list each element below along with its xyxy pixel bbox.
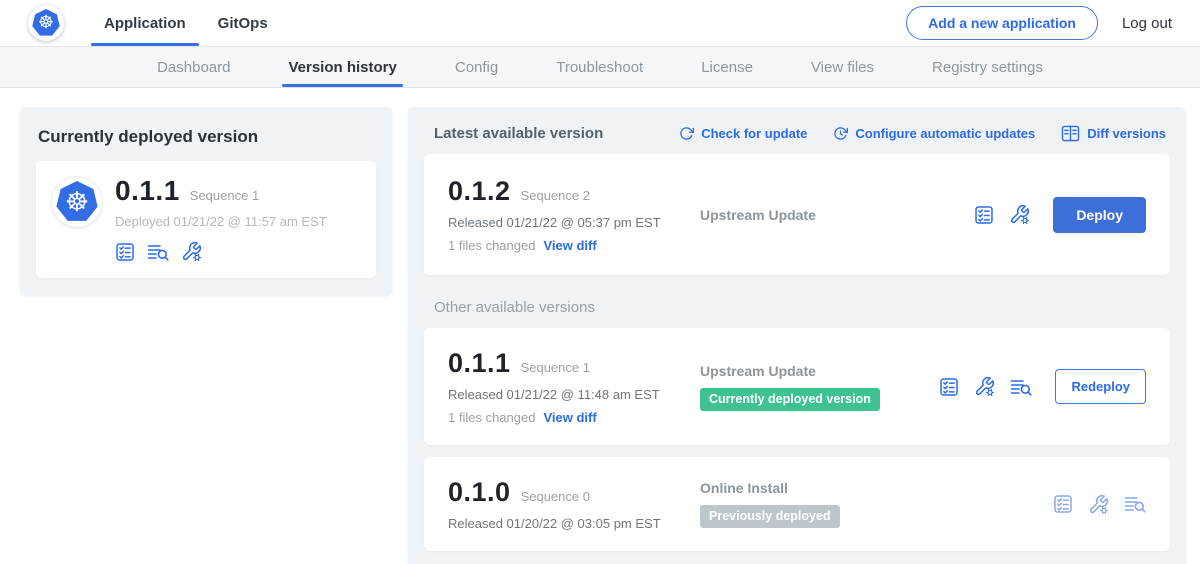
version-source-label: Upstream Update	[700, 363, 939, 379]
deploy-button[interactable]: Deploy	[1053, 197, 1146, 233]
version-card-0-1-0: 0.1.0 Sequence 0 Released 01/20/22 @ 03:…	[424, 457, 1170, 551]
updates-actions: Check for update Configure automatic upd…	[679, 125, 1166, 142]
app-header: ☸ Application GitOps Add a new applicati…	[0, 0, 1200, 46]
version-actions: Redeploy	[939, 369, 1146, 404]
deployed-version-info: 0.1.1 Sequence 1 Deployed 01/21/22 @ 11:…	[115, 175, 327, 262]
app-subnav: Dashboard Version history Config Trouble…	[0, 46, 1200, 88]
released-timestamp: Released 01/21/22 @ 11:48 am EST	[448, 387, 700, 402]
released-timestamp: Released 01/21/22 @ 05:37 pm EST	[448, 215, 700, 230]
app-logo: ☸	[52, 177, 102, 227]
logout-link[interactable]: Log out	[1122, 15, 1172, 32]
kubernetes-logo-icon: ☸	[32, 9, 60, 37]
config-icon[interactable]	[974, 376, 995, 397]
kubernetes-logo: ☸	[28, 5, 64, 41]
config-icon[interactable]	[1009, 204, 1030, 225]
logs-icon[interactable]	[1010, 377, 1032, 397]
header-right: Add a new application Log out	[906, 6, 1172, 40]
sequence-label: Sequence 2	[521, 188, 590, 203]
version-number: 0.1.1	[448, 348, 511, 379]
version-status: Upstream Update	[700, 207, 974, 223]
version-info: 0.1.2 Sequence 2 Released 01/21/22 @ 05:…	[448, 176, 700, 253]
version-actions: Deploy	[974, 197, 1146, 233]
version-status: Online Install Previously deployed	[700, 480, 1053, 528]
redeploy-button[interactable]: Redeploy	[1055, 369, 1146, 404]
tab-dashboard[interactable]: Dashboard	[157, 47, 230, 87]
diff-versions-link[interactable]: Diff versions	[1061, 125, 1166, 142]
check-for-update-link[interactable]: Check for update	[679, 126, 807, 141]
nav-tab-application-label: Application	[104, 15, 186, 32]
tab-registry-settings[interactable]: Registry settings	[932, 47, 1043, 87]
nav-tab-gitops-label: GitOps	[218, 15, 268, 32]
kubernetes-app-icon: ☸	[56, 181, 98, 223]
release-notes-icon[interactable]	[939, 377, 959, 397]
currently-deployed-title: Currently deployed version	[38, 127, 376, 147]
main-content: Currently deployed version ☸ 0.1.1 Seque…	[0, 88, 1200, 564]
tab-view-files[interactable]: View files	[811, 47, 874, 87]
release-notes-icon[interactable]	[115, 242, 135, 262]
configure-automatic-updates-link[interactable]: Configure automatic updates	[833, 126, 1035, 141]
logs-icon[interactable]	[1124, 494, 1146, 514]
view-diff-link[interactable]: View diff	[543, 410, 596, 425]
logs-icon[interactable]	[147, 242, 169, 262]
refresh-icon	[679, 126, 694, 141]
version-card-0-1-1: 0.1.1 Sequence 1 Released 01/21/22 @ 11:…	[424, 328, 1170, 445]
version-history-panel: Latest available version Check for updat…	[408, 107, 1186, 564]
sequence-label: Sequence 1	[521, 360, 590, 375]
version-status: Upstream Update Currently deployed versi…	[700, 363, 939, 411]
version-number: 0.1.2	[448, 176, 511, 207]
released-timestamp: Released 01/20/22 @ 03:05 pm EST	[448, 516, 700, 531]
version-source-label: Online Install	[700, 480, 1053, 496]
view-diff-link[interactable]: View diff	[543, 238, 596, 253]
version-info: 0.1.0 Sequence 0 Released 01/20/22 @ 03:…	[448, 477, 700, 531]
check-for-update-label: Check for update	[701, 126, 807, 141]
deployed-sequence-label: Sequence 1	[190, 188, 259, 203]
other-available-versions-title: Other available versions	[434, 299, 1170, 316]
currently-deployed-card: ☸ 0.1.1 Sequence 1 Deployed 01/21/22 @ 1…	[36, 161, 376, 278]
nav-tab-application[interactable]: Application	[88, 0, 202, 46]
version-info: 0.1.1 Sequence 1 Released 01/21/22 @ 11:…	[448, 348, 700, 425]
config-icon[interactable]	[181, 241, 202, 262]
release-notes-icon[interactable]	[974, 205, 994, 225]
previously-deployed-badge: Previously deployed	[700, 505, 840, 528]
configure-automatic-updates-label: Configure automatic updates	[855, 126, 1035, 141]
tab-troubleshoot[interactable]: Troubleshoot	[556, 47, 643, 87]
tab-version-history[interactable]: Version history	[288, 47, 396, 87]
version-number: 0.1.0	[448, 477, 511, 508]
header-nav: Application GitOps	[88, 0, 284, 46]
nav-tab-gitops[interactable]: GitOps	[202, 0, 284, 46]
version-card-0-1-2: 0.1.2 Sequence 2 Released 01/21/22 @ 05:…	[424, 154, 1170, 275]
files-changed-label: 1 files changed	[448, 410, 535, 425]
tab-license[interactable]: License	[701, 47, 753, 87]
release-notes-icon[interactable]	[1053, 494, 1073, 514]
sequence-label: Sequence 0	[521, 489, 590, 504]
currently-deployed-panel: Currently deployed version ☸ 0.1.1 Seque…	[20, 107, 392, 296]
add-application-button[interactable]: Add a new application	[906, 6, 1098, 40]
updates-header: Latest available version Check for updat…	[424, 121, 1170, 154]
version-source-label: Upstream Update	[700, 207, 974, 223]
version-actions	[1053, 494, 1146, 515]
latest-available-title: Latest available version	[434, 125, 603, 142]
currently-deployed-badge: Currently deployed version	[700, 388, 880, 411]
auto-update-icon	[833, 126, 848, 141]
diff-icon	[1061, 125, 1080, 142]
deployed-version-number: 0.1.1	[115, 175, 180, 207]
files-changed-label: 1 files changed	[448, 238, 535, 253]
diff-versions-label: Diff versions	[1087, 126, 1166, 141]
deployed-timestamp: Deployed 01/21/22 @ 11:57 am EST	[115, 214, 327, 229]
tab-config[interactable]: Config	[455, 47, 498, 87]
config-icon[interactable]	[1088, 494, 1109, 515]
